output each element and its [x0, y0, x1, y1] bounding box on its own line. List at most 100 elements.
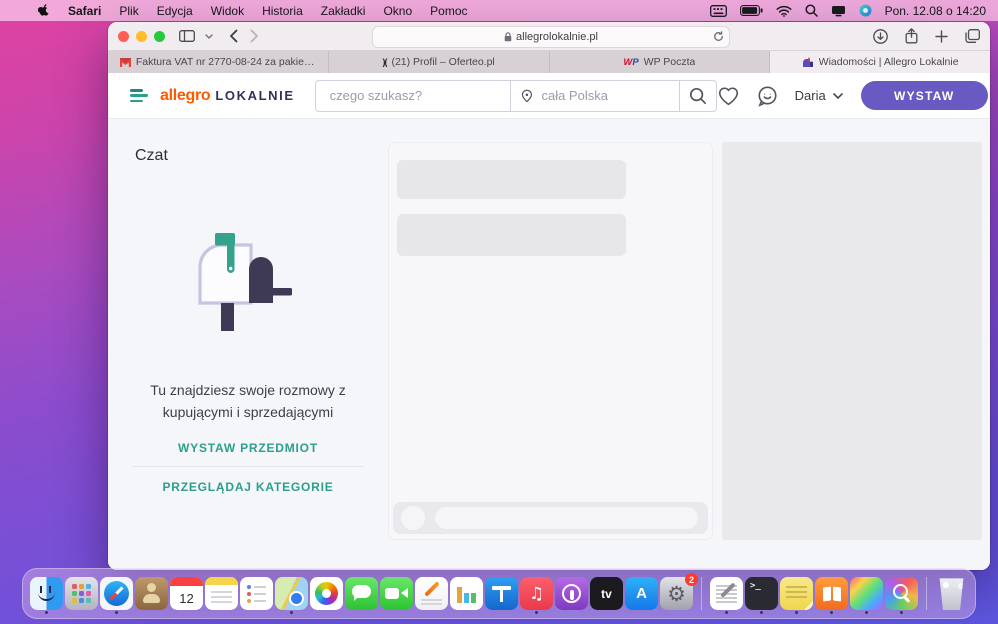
- dock-icon-colorsync[interactable]: [850, 577, 883, 614]
- dock-icon-keynote[interactable]: [485, 577, 518, 610]
- keyboard-icon[interactable]: [709, 4, 727, 17]
- downloads-icon[interactable]: [873, 28, 888, 44]
- dock-icon-pages[interactable]: [415, 577, 448, 610]
- tab-oferteo-profile[interactable]: )( (21) Profil – Oferteo.pl: [328, 51, 550, 73]
- dock-icon-textedit[interactable]: [710, 577, 743, 614]
- chat-empty-panel: Czat Tu znajdziesz swoje rozmowy z kupuj…: [108, 119, 388, 570]
- menu-zakladki[interactable]: Zakładki: [321, 4, 366, 18]
- site-logo[interactable]: allegro LOKALNIE: [160, 87, 295, 105]
- dock-icon-system-settings[interactable]: 2: [660, 573, 698, 610]
- list-item-link[interactable]: WYSTAW PRZEDMIOT: [108, 441, 388, 455]
- logo-lokalnie: LOKALNIE: [215, 87, 295, 103]
- menu-okno[interactable]: Okno: [383, 4, 412, 18]
- menu-widok[interactable]: Widok: [211, 4, 244, 18]
- tab-gmail-invoice[interactable]: Faktura VAT nr 2770-08-24 za pakiet 50,0…: [108, 51, 329, 73]
- pages-icon: [415, 577, 448, 610]
- reload-icon[interactable]: [713, 31, 724, 42]
- dock-icon-photos[interactable]: [310, 577, 343, 610]
- dock-icon-tv[interactable]: tv: [590, 577, 623, 610]
- dock-icon-digital-color-meter[interactable]: [885, 577, 918, 614]
- search-button[interactable]: [678, 80, 716, 111]
- launchpad-icon: [65, 577, 98, 610]
- control-circle-icon[interactable]: [859, 4, 872, 17]
- allegro-lokalnie-icon: [802, 57, 814, 68]
- chat-smile-icon: [757, 85, 777, 107]
- location-input[interactable]: [539, 87, 669, 104]
- dock-icon-stickies[interactable]: [780, 577, 813, 614]
- tab-wp-poczta[interactable]: WP WP Poczta: [549, 51, 771, 73]
- books-icon: [815, 577, 848, 610]
- hamburger-menu-icon[interactable]: [130, 89, 148, 102]
- tab-title: Faktura VAT nr 2770-08-24 za pakiet 50,0…: [135, 56, 316, 68]
- oferteo-icon: )(: [382, 57, 387, 67]
- url-text: allegrolokalnie.pl: [516, 31, 598, 43]
- menu-historia[interactable]: Historia: [262, 4, 303, 18]
- location-field[interactable]: [509, 80, 679, 111]
- stickies-icon: [780, 577, 813, 610]
- empty-state-message: Tu znajdziesz swoje rozmowy z kupującymi…: [150, 382, 346, 421]
- input-skeleton: [435, 507, 698, 529]
- dock-icon-notes[interactable]: [205, 577, 238, 610]
- numbers-icon: [450, 577, 483, 610]
- dock-icon-contacts[interactable]: [135, 577, 168, 610]
- dock-icon-reminders[interactable]: [240, 577, 273, 610]
- lock-icon: [504, 32, 512, 42]
- chevron-down-icon: [832, 92, 843, 99]
- favorites-button[interactable]: [717, 85, 740, 106]
- dock-icon-terminal[interactable]: [745, 577, 778, 614]
- finder-icon: [30, 577, 63, 610]
- messages-icon: [345, 577, 378, 610]
- dock-icon-launchpad[interactable]: [65, 577, 98, 610]
- close-window-button[interactable]: [118, 30, 129, 42]
- dock-icon-books[interactable]: [815, 577, 848, 614]
- menu-plik[interactable]: Plik: [119, 4, 138, 18]
- search-bar-group: [314, 79, 717, 112]
- menu-pomoc[interactable]: Pomoc: [430, 4, 467, 18]
- back-button[interactable]: [229, 29, 238, 43]
- display-icon[interactable]: [831, 5, 846, 17]
- dock-icon-calendar[interactable]: 12: [170, 577, 203, 610]
- wifi-icon[interactable]: [776, 5, 792, 17]
- dock-icon-safari[interactable]: [100, 577, 133, 614]
- battery-icon[interactable]: [739, 5, 763, 16]
- tv-label: tv: [601, 586, 612, 601]
- dock-icon-maps[interactable]: [275, 577, 308, 614]
- tab-overview-icon[interactable]: [965, 29, 980, 43]
- dock-icon-messages[interactable]: [345, 577, 378, 610]
- trash-icon: [939, 578, 964, 610]
- menu-edycja[interactable]: Edycja: [157, 4, 193, 18]
- divider: [132, 466, 364, 467]
- chat-page: Czat Tu znajdziesz swoje rozmowy z kupuj…: [108, 119, 990, 570]
- dock-icon-numbers[interactable]: [450, 577, 483, 610]
- new-tab-icon[interactable]: [935, 29, 948, 43]
- share-icon[interactable]: [905, 28, 918, 44]
- address-bar[interactable]: allegrolokalnie.pl: [372, 26, 730, 48]
- spotlight-icon[interactable]: [805, 4, 818, 17]
- browse-categories-link[interactable]: PRZEGLĄDAJ KATEGORIE: [108, 480, 388, 494]
- dock-icon-finder[interactable]: [30, 577, 63, 614]
- dock-icon-music[interactable]: [520, 577, 553, 614]
- dock-icon-podcasts[interactable]: [555, 577, 588, 610]
- apple-menu-icon[interactable]: [38, 3, 50, 18]
- sidebar-chevron-icon[interactable]: [205, 33, 213, 39]
- menu-bar-clock[interactable]: Pon. 12.08 o 14:20: [885, 4, 986, 18]
- search-input[interactable]: [315, 80, 510, 111]
- minimize-window-button[interactable]: [136, 30, 147, 42]
- tab-title: (21) Profil – Oferteo.pl: [391, 56, 495, 68]
- details-panel-loading: [722, 142, 982, 540]
- sidebar-icon[interactable]: [179, 30, 195, 42]
- menu-safari[interactable]: Safari: [68, 4, 101, 18]
- safari-window: allegrolokalnie.pl Faktura VAT nr 2770-0…: [108, 22, 990, 570]
- user-menu[interactable]: Daria: [795, 88, 843, 103]
- dock-icon-app-store[interactable]: A: [625, 577, 658, 610]
- calendar-day: 12: [179, 590, 194, 606]
- keynote-icon: [485, 577, 518, 610]
- dock-icon-facetime[interactable]: [380, 577, 413, 610]
- tab-allegro-lokalnie-messages[interactable]: Wiadomości | Allegro Lokalnie: [770, 51, 990, 73]
- publish-item-button[interactable]: WYSTAW: [860, 81, 988, 110]
- calendar-icon: 12: [170, 577, 203, 610]
- zoom-window-button[interactable]: [154, 30, 165, 42]
- forward-button[interactable]: [250, 29, 259, 43]
- messages-button[interactable]: [756, 85, 779, 107]
- dock-icon-trash[interactable]: [935, 577, 968, 610]
